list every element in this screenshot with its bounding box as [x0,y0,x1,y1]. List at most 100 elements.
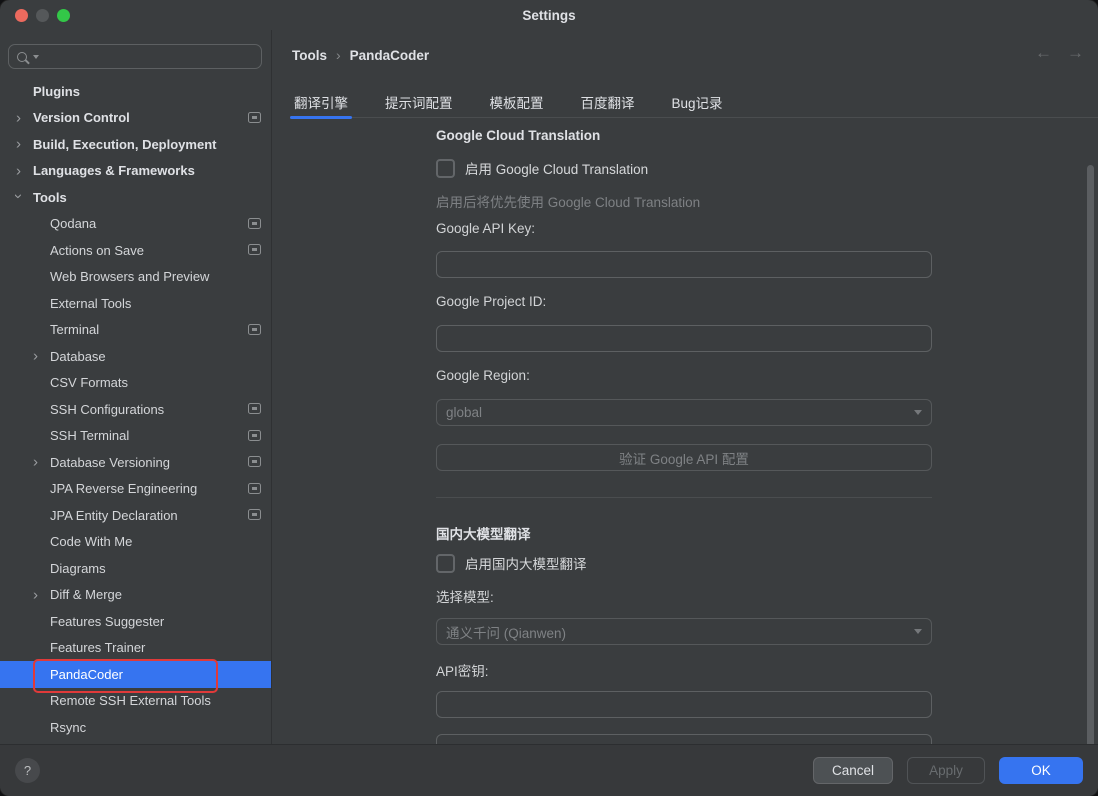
forward-icon[interactable]: → [1067,44,1084,61]
settings-page-icon [248,244,261,255]
chevron-right-icon[interactable]: › [33,455,38,470]
sidebar-item-rsync[interactable]: Rsync [0,714,271,741]
tab-2[interactable]: 提示词配置 [383,87,455,117]
domestic-section-title: 国内大模型翻译 [436,523,531,543]
sidebar-item-features-suggester[interactable]: Features Suggester [0,608,271,635]
tab-1[interactable]: 翻译引擎 [292,87,350,117]
breadcrumb-separator-icon: › [336,47,341,63]
enable-google-label: 启用 Google Cloud Translation [465,158,648,178]
help-icon[interactable]: ? [15,758,40,783]
google-hint-text: 启用后将优先使用 Google Cloud Translation [436,191,700,211]
breadcrumb-current: PandaCoder [350,48,430,63]
sidebar-item-ssh-terminal[interactable]: SSH Terminal [0,423,271,450]
sidebar-item-database[interactable]: ›Database [0,343,271,370]
sidebar-item-label: JPA Reverse Engineering [50,481,197,496]
sidebar-item-label: CSV Formats [50,375,128,390]
settings-page-icon [248,324,261,335]
sidebar-item-plugins[interactable]: Plugins [0,78,271,105]
apply-button[interactable]: Apply [907,757,985,784]
tab-4[interactable]: 百度翻译 [579,87,637,117]
tab-3[interactable]: 模板配置 [488,87,546,117]
breadcrumb: Tools › PandaCoder [292,47,429,63]
settings-page-icon [248,430,261,441]
sidebar-item-label: Diff & Merge [50,587,122,602]
settings-page-icon [248,483,261,494]
chevron-down-icon[interactable]: › [11,194,26,199]
sidebar-item-diagrams[interactable]: Diagrams [0,555,271,582]
sidebar-item-remote-ssh-external-tools[interactable]: Remote SSH External Tools [0,688,271,715]
enable-domestic-label: 启用国内大模型翻译 [465,553,587,573]
enable-domestic-checkbox[interactable] [436,554,455,573]
enable-google-checkbox[interactable] [436,159,455,178]
search-field[interactable] [8,44,262,69]
sidebar-item-pandacoder[interactable]: PandaCoder [0,661,271,688]
sidebar-item-label: Rsync [50,720,86,735]
google-region-value: global [446,405,482,420]
validate-google-api-button[interactable]: 验证 Google API 配置 [436,444,932,471]
google-project-id-label: Google Project ID: [436,294,546,309]
sidebar-item-label: Database Versioning [50,455,170,470]
sidebar-item-label: Plugins [33,84,80,99]
sidebar-item-external-tools[interactable]: External Tools [0,290,271,317]
model-select-value: 通义千问 (Qianwen) [446,622,566,642]
sidebar-item-label: Build, Execution, Deployment [33,137,216,152]
chevron-right-icon[interactable]: › [16,110,21,125]
chevron-right-icon[interactable]: › [33,587,38,602]
search-icon [17,52,27,62]
api-secret-input[interactable] [436,691,932,718]
model-select-label: 选择模型: [436,586,494,606]
sidebar-item-label: Web Browsers and Preview [50,269,209,284]
ok-button[interactable]: OK [999,757,1083,784]
sidebar-item-label: Tools [33,190,67,205]
sidebar-item-version-control[interactable]: › Version Control [0,105,271,132]
sidebar-item-diff-merge[interactable]: › Diff & Merge [0,582,271,609]
sidebar-item-label: Actions on Save [50,243,144,258]
sidebar-item-terminal[interactable]: Terminal [0,317,271,344]
sidebar-item-web-browsers-and-preview[interactable]: Web Browsers and Preview [0,264,271,291]
close-button[interactable] [15,9,28,22]
chevron-right-icon[interactable]: › [33,349,38,364]
back-icon[interactable]: ← [1035,44,1052,61]
google-api-key-label: Google API Key: [436,221,535,236]
dialog-footer: ? Cancel Apply OK [0,744,1098,796]
settings-page-icon [248,403,261,414]
breadcrumb-parent[interactable]: Tools [292,48,327,63]
settings-page-icon [248,509,261,520]
model-select[interactable]: 通义千问 (Qianwen) [436,618,932,645]
sidebar-item-jpa-reverse-engineering[interactable]: JPA Reverse Engineering [0,476,271,503]
sidebar-item-label: Terminal [50,322,99,337]
sidebar-item-jpa-entity-declaration[interactable]: JPA Entity Declaration [0,502,271,529]
sidebar-item-label: JPA Entity Declaration [50,508,178,523]
google-project-id-input[interactable] [436,325,932,352]
sidebar-item-ssh-configurations[interactable]: SSH Configurations [0,396,271,423]
title-bar: Settings [0,0,1098,30]
sidebar-item-code-with-me[interactable]: Code With Me [0,529,271,556]
minimize-button[interactable] [36,9,49,22]
zoom-button[interactable] [57,9,70,22]
api-secret-label: API密钥: [436,660,489,680]
sidebar-item-features-trainer[interactable]: Features Trainer [0,635,271,662]
sidebar-item-label: PandaCoder [50,667,123,682]
sidebar-item-label: Version Control [33,110,130,125]
sidebar-item-actions-on-save[interactable]: Actions on Save [0,237,271,264]
tab-label: 模板配置 [490,92,544,112]
sidebar-item-database-versioning[interactable]: › Database Versioning [0,449,271,476]
sidebar-item-build-execution-deployment[interactable]: › Build, Execution, Deployment [0,131,271,158]
sidebar-item-label: Diagrams [50,561,106,576]
google-region-select[interactable]: global [436,399,932,426]
section-divider [436,497,932,498]
sidebar-item-label: Remote SSH External Tools [50,693,211,708]
chevron-right-icon[interactable]: › [16,137,21,152]
chevron-right-icon[interactable]: › [16,163,21,178]
sidebar-item-languages-frameworks[interactable]: ›Languages & Frameworks [0,158,271,185]
google-api-key-input[interactable] [436,251,932,278]
traffic-lights [15,9,70,22]
sidebar-item-tools[interactable]: › Tools [0,184,271,211]
tab-5[interactable]: Bug记录 [670,87,725,117]
vertical-scrollbar[interactable] [1087,165,1094,745]
sidebar-item-qodana[interactable]: Qodana [0,211,271,238]
sidebar-item-csv-formats[interactable]: CSV Formats [0,370,271,397]
cancel-button[interactable]: Cancel [813,757,893,784]
tab-label: 百度翻译 [581,92,635,112]
sidebar-item-label: External Tools [50,296,131,311]
